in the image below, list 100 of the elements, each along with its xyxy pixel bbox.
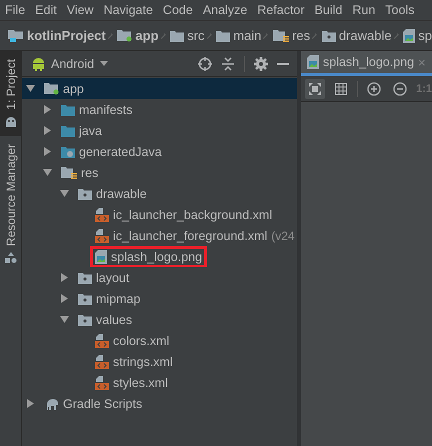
collapsed-arrow-icon[interactable] <box>60 273 69 282</box>
collapsed-arrow-icon[interactable] <box>43 147 52 156</box>
tree-row[interactable]: manifests <box>22 99 297 120</box>
side-tab[interactable]: Resource Manager <box>0 136 21 272</box>
breadcrumb[interactable]: res <box>273 28 310 43</box>
tree-row[interactable]: values <box>22 309 297 330</box>
tree-row[interactable]: mipmap <box>22 288 297 309</box>
expanded-arrow-icon[interactable] <box>60 189 69 198</box>
tree-row[interactable]: ic_launcher_foreground.xml (v24 <box>22 225 297 246</box>
tree-row[interactable]: layout <box>22 267 297 288</box>
project-icon <box>8 29 24 42</box>
expanded-arrow-icon[interactable] <box>43 168 52 177</box>
menu-item[interactable]: Refactor <box>257 3 305 17</box>
tree-row[interactable]: java <box>22 120 297 141</box>
module-folder-icon <box>44 82 59 95</box>
tree-row[interactable]: app <box>22 78 297 99</box>
tree-row[interactable]: splash_logo.png <box>22 246 297 267</box>
collapsed-arrow-icon[interactable] <box>43 105 52 114</box>
tree-label: Gradle Scripts <box>63 396 142 410</box>
zoom-in-icon <box>367 82 382 96</box>
minimize-icon[interactable] <box>277 62 289 64</box>
android-icon <box>32 56 45 70</box>
tree-row[interactable]: colors.xml <box>22 330 297 351</box>
collapsed-arrow-icon[interactable] <box>43 126 52 135</box>
resource-folder-icon <box>78 272 92 284</box>
grid-icon <box>335 82 348 94</box>
menu-item[interactable]: Navigate <box>104 3 153 17</box>
collapse-all-icon[interactable] <box>221 56 235 70</box>
menu-item[interactable]: Code <box>162 3 193 17</box>
folder-icon <box>61 104 75 116</box>
image-file-icon <box>95 250 107 264</box>
folder-icon <box>216 30 230 42</box>
tree-row[interactable]: styles.xml <box>22 372 297 393</box>
version-note: (v24 <box>271 228 295 242</box>
editor-tab[interactable]: splash_logo.png × <box>301 51 432 76</box>
zoom-out-icon <box>393 82 408 96</box>
view-selector[interactable]: Android <box>51 56 94 70</box>
menu-item[interactable]: Build <box>314 3 342 17</box>
tree-label: manifests <box>79 102 132 116</box>
elephant-icon <box>44 398 59 410</box>
breadcrumb[interactable]: sp <box>403 28 432 43</box>
folder-icon <box>61 124 75 136</box>
tree-label: layout <box>96 270 130 284</box>
folder-icon <box>170 30 184 42</box>
breadcrumb[interactable]: main <box>216 28 262 43</box>
resource-folder-icon <box>322 30 336 42</box>
tree-row[interactable]: Gradle Scripts <box>22 393 297 414</box>
tree-row[interactable]: ic_launcher_background.xml <box>22 204 297 225</box>
tree-row[interactable]: drawable <box>22 183 297 204</box>
side-tab[interactable]: 1: Project <box>0 51 21 136</box>
tree-label: ic_launcher_background.xml <box>113 208 272 222</box>
menu-item[interactable]: Edit <box>35 3 57 17</box>
tree-label: strings.xml <box>113 354 173 368</box>
tree-label: values <box>96 312 132 326</box>
expanded-arrow-icon[interactable] <box>26 84 35 93</box>
tree-label: res <box>81 166 98 180</box>
fit-button[interactable] <box>305 78 326 98</box>
xml-file-icon <box>95 376 109 390</box>
xml-file-icon <box>95 228 109 242</box>
android-icon <box>4 116 16 128</box>
menu-item[interactable]: Run <box>352 3 376 17</box>
collapsed-arrow-icon[interactable] <box>60 294 69 303</box>
menu-item[interactable]: View <box>66 3 94 17</box>
tree-row[interactable]: strings.xml <box>22 351 297 372</box>
breadcrumb[interactable]: app <box>117 28 159 43</box>
dropdown-caret-icon[interactable] <box>100 61 108 66</box>
generated-folder-icon <box>61 146 75 158</box>
resource-folder-icon <box>273 29 290 42</box>
tree-label: ic_launcher_foreground.xml <box>113 228 268 242</box>
tree-label: java <box>79 124 102 138</box>
expanded-arrow-icon[interactable] <box>60 315 69 324</box>
tree-label: styles.xml <box>113 376 168 390</box>
xml-file-icon <box>95 354 109 368</box>
image-file-icon <box>403 28 416 42</box>
menu-item[interactable]: File <box>5 3 26 17</box>
xml-file-icon <box>95 334 109 348</box>
tree-label: generatedJava <box>79 144 162 158</box>
breadcrumb[interactable]: drawable <box>322 28 392 43</box>
resource-folder-icon <box>78 292 92 304</box>
tree-row[interactable]: res <box>22 162 297 183</box>
tree-label: app <box>63 82 84 96</box>
tree-label: drawable <box>96 186 147 200</box>
menu-item[interactable]: Tools <box>385 3 414 17</box>
module-folder-icon <box>117 29 132 42</box>
menu-item[interactable]: Analyze <box>202 3 248 17</box>
xml-file-icon <box>95 208 109 222</box>
settings-icon[interactable] <box>254 56 268 70</box>
tree-label: mipmap <box>96 292 140 306</box>
resource-folder-icon <box>61 166 77 179</box>
locate-icon[interactable] <box>198 56 212 70</box>
breadcrumb[interactable]: src <box>170 28 205 43</box>
tree-label: splash_logo.png <box>111 250 202 264</box>
resource-folder-icon <box>78 314 92 326</box>
image-file-icon <box>307 55 319 69</box>
tree-row[interactable]: generatedJava <box>22 141 297 162</box>
fit-icon <box>309 82 322 94</box>
resource-folder-icon <box>78 188 92 200</box>
collapsed-arrow-icon[interactable] <box>26 399 35 408</box>
breadcrumb[interactable]: kotlinProject <box>8 28 106 43</box>
shapes-icon <box>4 252 16 264</box>
